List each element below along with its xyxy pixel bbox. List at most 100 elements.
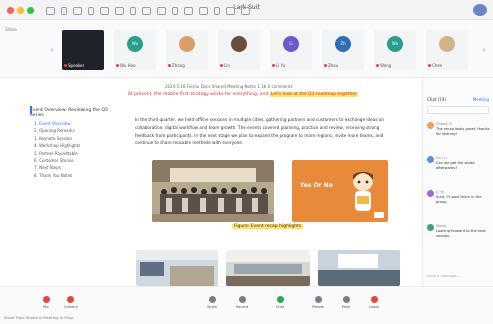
- participants-strip: Share ‹ › Speaker Wu Wu Hao Zhang Lin Li Li Yu…: [0, 20, 493, 78]
- participant-name: Zhou: [324, 63, 338, 68]
- avatar: [427, 156, 434, 163]
- control-label: Record: [236, 305, 249, 309]
- redo-icon[interactable]: [61, 6, 67, 15]
- mic-muted-icon: [272, 64, 275, 67]
- control-label: Chat: [275, 305, 285, 309]
- undo-icon[interactable]: [46, 6, 55, 15]
- format-icon[interactable]: [199, 6, 208, 15]
- control-button[interactable]: Mic: [40, 296, 52, 309]
- outline-item[interactable]: 4. Workshop Highlights: [34, 143, 112, 148]
- group-photo-graphic: [152, 160, 274, 222]
- participant-name: Chen: [428, 63, 442, 68]
- title-bar: Lark Suit: [0, 0, 493, 20]
- event-photo-1: [136, 250, 218, 286]
- control-icon: [276, 296, 284, 303]
- mic-muted-icon: [168, 64, 171, 67]
- outline-item[interactable]: 6. Customer Stories: [34, 158, 112, 163]
- participant-tile[interactable]: Chen: [426, 30, 468, 70]
- more-icon[interactable]: [241, 6, 250, 15]
- avatar: [427, 224, 434, 231]
- text-icon[interactable]: [88, 6, 94, 15]
- message-author: Lin Lu: [436, 156, 447, 160]
- outline-item[interactable]: 8. Thank You Notes: [34, 173, 112, 178]
- control-label: Share: [206, 305, 218, 309]
- avatar: Wu: [127, 36, 143, 52]
- control-icon: [208, 296, 216, 303]
- control-button[interactable]: Share: [206, 296, 218, 309]
- message-text: Can we get the slides afterwards?: [436, 161, 475, 170]
- control-icon: [66, 296, 74, 303]
- outline-title: Event Overview: Reviewing the Q3 Series: [30, 108, 108, 118]
- chat-input[interactable]: Send a message...: [427, 274, 460, 278]
- banner-text: Yes Or No: [300, 182, 333, 189]
- pen-icon[interactable]: [73, 6, 82, 15]
- image-caption: Figure: Event recap highlights: [232, 224, 304, 229]
- cartoon-character-icon: [353, 171, 373, 211]
- participant-name: Zhang: [168, 63, 185, 68]
- participant-tile[interactable]: Speaker: [62, 30, 104, 70]
- document-headline: At present, the mobile-first strategy wo…: [128, 92, 358, 97]
- outline-item[interactable]: 2. Opening Remarks: [34, 128, 112, 133]
- chevron-left-icon[interactable]: ‹: [48, 46, 56, 54]
- avatar: Zh: [335, 36, 351, 52]
- brand-logo: [374, 212, 384, 218]
- outline-active-marker: [30, 106, 32, 114]
- image-icon[interactable]: [130, 6, 136, 15]
- align-icon[interactable]: [214, 6, 220, 15]
- link-icon[interactable]: [142, 6, 151, 15]
- list-icon[interactable]: [226, 6, 235, 15]
- shape-icon[interactable]: [100, 6, 109, 15]
- event-photo-3: [318, 250, 400, 286]
- control-label: People: [312, 305, 324, 309]
- outline-item[interactable]: 5. Partner Roundtable: [34, 151, 112, 156]
- control-label: Leave: [368, 305, 380, 309]
- participant-tile[interactable]: Wa Wang: [374, 30, 416, 70]
- tab-meeting[interactable]: Meeting: [473, 97, 489, 102]
- control-button[interactable]: Camera: [64, 296, 78, 309]
- control-button[interactable]: More: [340, 296, 352, 309]
- participant-name: Li Yu: [272, 63, 285, 68]
- participant-tile[interactable]: Zh Zhou: [322, 30, 364, 70]
- participant-tile[interactable]: Zhang: [166, 30, 208, 70]
- app-window: Lark Suit Share ‹ › Speaker Wu Wu Hao Zhang…: [0, 0, 493, 324]
- participant-name: Lin: [220, 63, 230, 68]
- message-text: Looking forward to the next session.: [436, 229, 486, 238]
- control-label: Mic: [43, 305, 49, 309]
- attach-icon[interactable]: [184, 6, 193, 15]
- document-meta: 2024·5·18 Feishu Docs Shared Meeting Not…: [165, 84, 293, 89]
- participant-tile[interactable]: Wu Wu Hao: [114, 30, 156, 70]
- outline-item[interactable]: 3. Keynote Session: [34, 136, 112, 141]
- emoji-icon[interactable]: [172, 6, 178, 15]
- table-icon[interactable]: [115, 6, 124, 15]
- control-icon: [238, 296, 246, 303]
- participant-tile[interactable]: Li Li Yu: [270, 30, 312, 70]
- control-button[interactable]: Leave: [368, 296, 380, 309]
- chevron-right-icon[interactable]: ›: [480, 46, 488, 54]
- control-button[interactable]: Chat: [274, 296, 286, 309]
- user-avatar[interactable]: [473, 4, 487, 16]
- chat-search-input[interactable]: [427, 106, 489, 114]
- mic-muted-icon: [220, 64, 223, 67]
- avatar: [439, 36, 455, 52]
- participant-name-text: Chen: [432, 63, 443, 68]
- participant-tile[interactable]: Lin: [218, 30, 260, 70]
- avatar: Li: [283, 36, 299, 52]
- control-icon: [342, 296, 350, 303]
- toolbar: [46, 5, 469, 16]
- comment-icon[interactable]: [157, 6, 166, 15]
- message-author: Li Yu: [436, 190, 445, 194]
- message-author: Wang: [436, 224, 447, 228]
- chat-header: Chat (74): [427, 97, 446, 102]
- control-button[interactable]: Record: [236, 296, 248, 309]
- avatar: [427, 122, 434, 129]
- document-paragraph: In the third quarter, we held offline se…: [135, 117, 385, 146]
- control-button[interactable]: People: [312, 296, 324, 309]
- stage-label: Share: [5, 27, 17, 32]
- participant-name: Wu Hao: [116, 63, 136, 68]
- mic-muted-icon: [64, 64, 67, 67]
- message-author: Zhang Yi: [436, 122, 452, 126]
- participant-name-text: Zhou: [328, 63, 339, 68]
- outline-item[interactable]: 1. Event Overview: [34, 121, 112, 126]
- outline-item[interactable]: 7. Next Steps: [34, 165, 112, 170]
- mic-muted-icon: [116, 64, 119, 67]
